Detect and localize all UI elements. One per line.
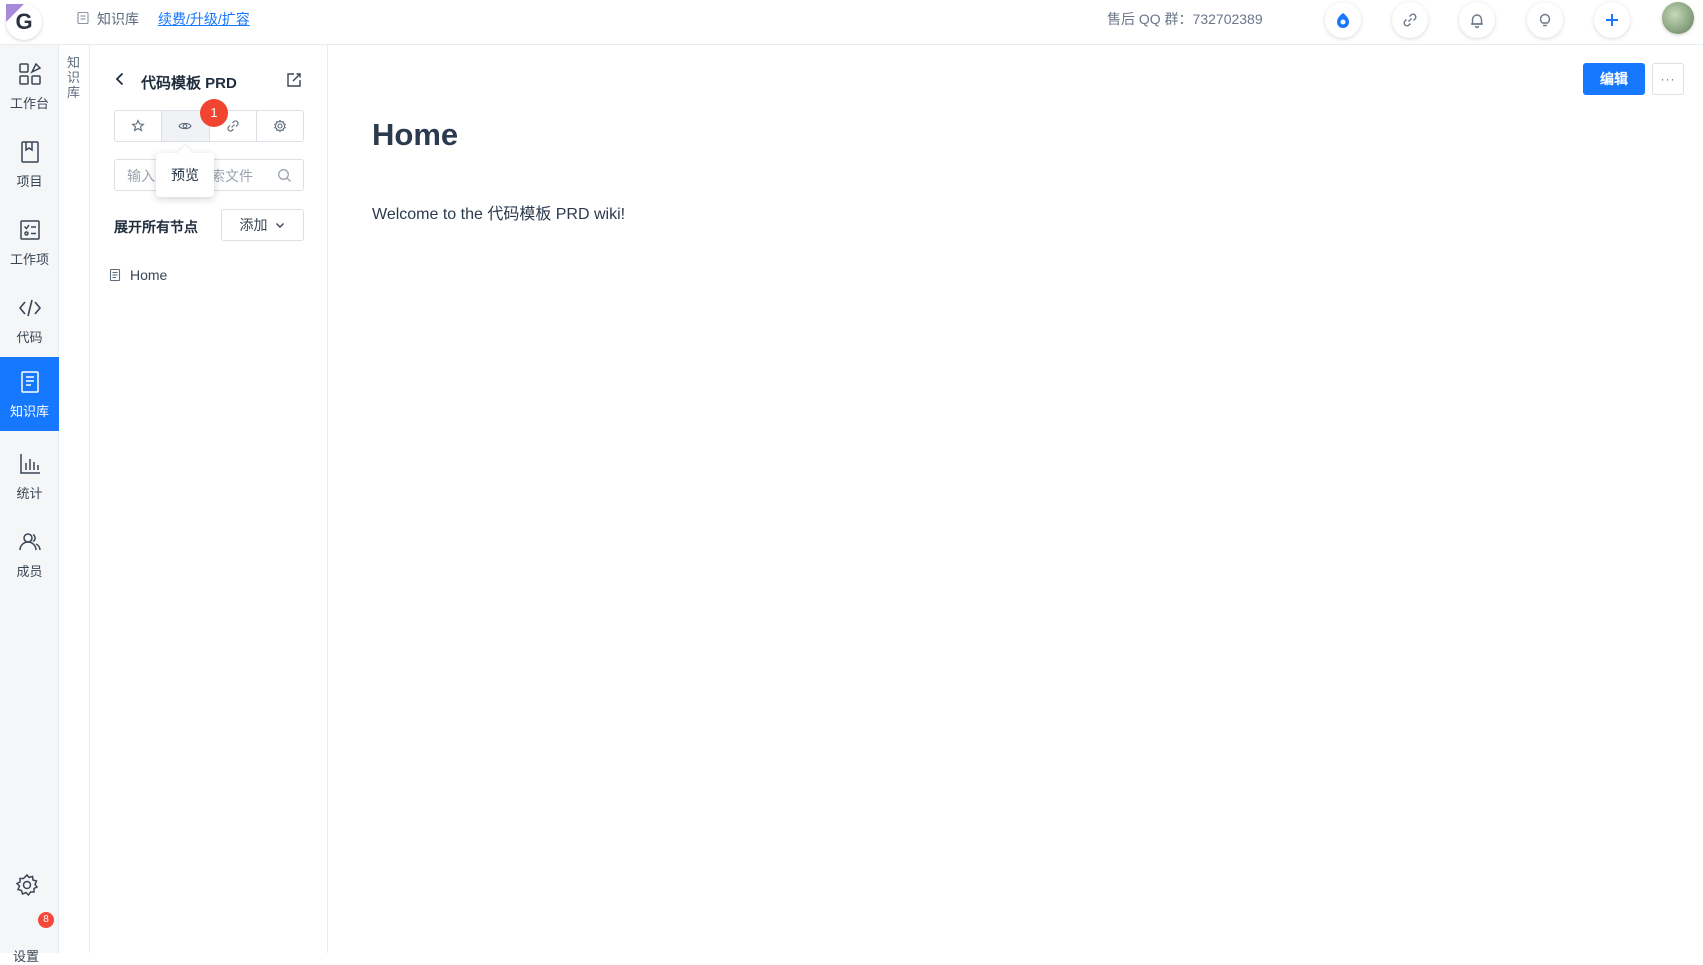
- wiki-collapse-strip[interactable]: 知识库: [59, 45, 90, 953]
- breadcrumb: 知识库: [97, 11, 139, 27]
- strip-label: 知识库: [67, 55, 81, 100]
- theme-icon[interactable]: [1325, 2, 1361, 38]
- link-icon[interactable]: [1392, 2, 1428, 38]
- link-icon: [227, 120, 239, 132]
- wiki-icon: [20, 370, 39, 393]
- user-avatar[interactable]: [1662, 2, 1694, 34]
- edit-icon[interactable]: [285, 71, 303, 89]
- nav-label: 代码: [16, 329, 43, 345]
- gear-icon: [273, 119, 286, 133]
- add-button[interactable]: 添加: [221, 209, 304, 241]
- lightbulb-icon[interactable]: [1527, 2, 1563, 38]
- page-title: Home: [372, 117, 459, 152]
- nav-label: 成员: [16, 563, 43, 579]
- nav-item-dashboard[interactable]: 工作台: [0, 49, 59, 123]
- nav-item-stats[interactable]: 统计: [0, 439, 59, 513]
- book-icon: [20, 140, 39, 163]
- star-icon: [131, 119, 145, 132]
- settings-badge: 8: [38, 912, 54, 928]
- wiki-title: 代码模板 PRD: [141, 75, 237, 92]
- nav-item-code[interactable]: 代码: [0, 283, 59, 357]
- wiki-settings-button[interactable]: [257, 111, 303, 141]
- qq-group-text: 售后 QQ 群：732702389: [1107, 11, 1263, 27]
- code-icon: [18, 299, 41, 316]
- expand-all-nodes[interactable]: 展开所有节点: [114, 217, 198, 237]
- dashboard-icon: [18, 62, 41, 85]
- plus-icon[interactable]: [1594, 2, 1630, 38]
- chevron-down-icon: [275, 223, 284, 228]
- tree-item-home[interactable]: Home: [108, 265, 167, 285]
- nav-label: 知识库: [9, 403, 49, 419]
- nav-item-wiki[interactable]: 知识库: [0, 357, 59, 431]
- more-button[interactable]: ···: [1652, 63, 1684, 95]
- search-icon[interactable]: [277, 168, 292, 183]
- eye-icon: [178, 122, 193, 130]
- logo-ribbon: [6, 4, 24, 22]
- top-bar: G 知识库 续费/升级/扩容 售后 QQ 群：732702389: [0, 0, 1703, 45]
- bell-icon[interactable]: [1459, 2, 1495, 38]
- upgrade-link[interactable]: 续费/升级/扩容: [158, 9, 250, 29]
- document-icon: [109, 268, 121, 282]
- edit-button[interactable]: 编辑: [1583, 63, 1645, 95]
- nav-item-workitems[interactable]: 工作项: [0, 205, 59, 279]
- add-button-label: 添加: [239, 217, 268, 233]
- nav-label: 项目: [16, 173, 43, 189]
- nav-label: 工作项: [9, 251, 49, 267]
- page-body: Welcome to the 代码模板 PRD wiki!: [372, 206, 626, 223]
- app-logo[interactable]: G: [6, 4, 42, 40]
- left-nav: 工作台 项目 工作项 代码 知识库 统计 成员: [0, 45, 59, 953]
- wiki-sidebar: 代码模板 PRD 1 预览 展开所有节点 添加 Home: [90, 45, 328, 953]
- checklist-icon: [19, 219, 40, 240]
- nav-label-settings: 设置: [13, 949, 40, 964]
- back-arrow-icon[interactable]: [112, 71, 128, 87]
- favorite-button[interactable]: [115, 111, 163, 141]
- nav-item-project[interactable]: 项目: [0, 127, 59, 201]
- bar-chart-icon: [19, 453, 40, 474]
- main-content: Home Welcome to the 代码模板 PRD wiki! 编辑 ··…: [328, 45, 1703, 953]
- preview-tooltip: 预览: [156, 153, 214, 197]
- document-icon: [77, 11, 89, 25]
- nav-item-members[interactable]: 成员: [0, 517, 59, 591]
- gear-icon[interactable]: [12, 870, 42, 900]
- nav-label: 统计: [16, 485, 43, 501]
- tree-item-label: Home: [130, 267, 168, 283]
- step-badge: 1: [200, 99, 228, 127]
- members-icon: [18, 532, 41, 550]
- nav-label: 工作台: [9, 95, 49, 111]
